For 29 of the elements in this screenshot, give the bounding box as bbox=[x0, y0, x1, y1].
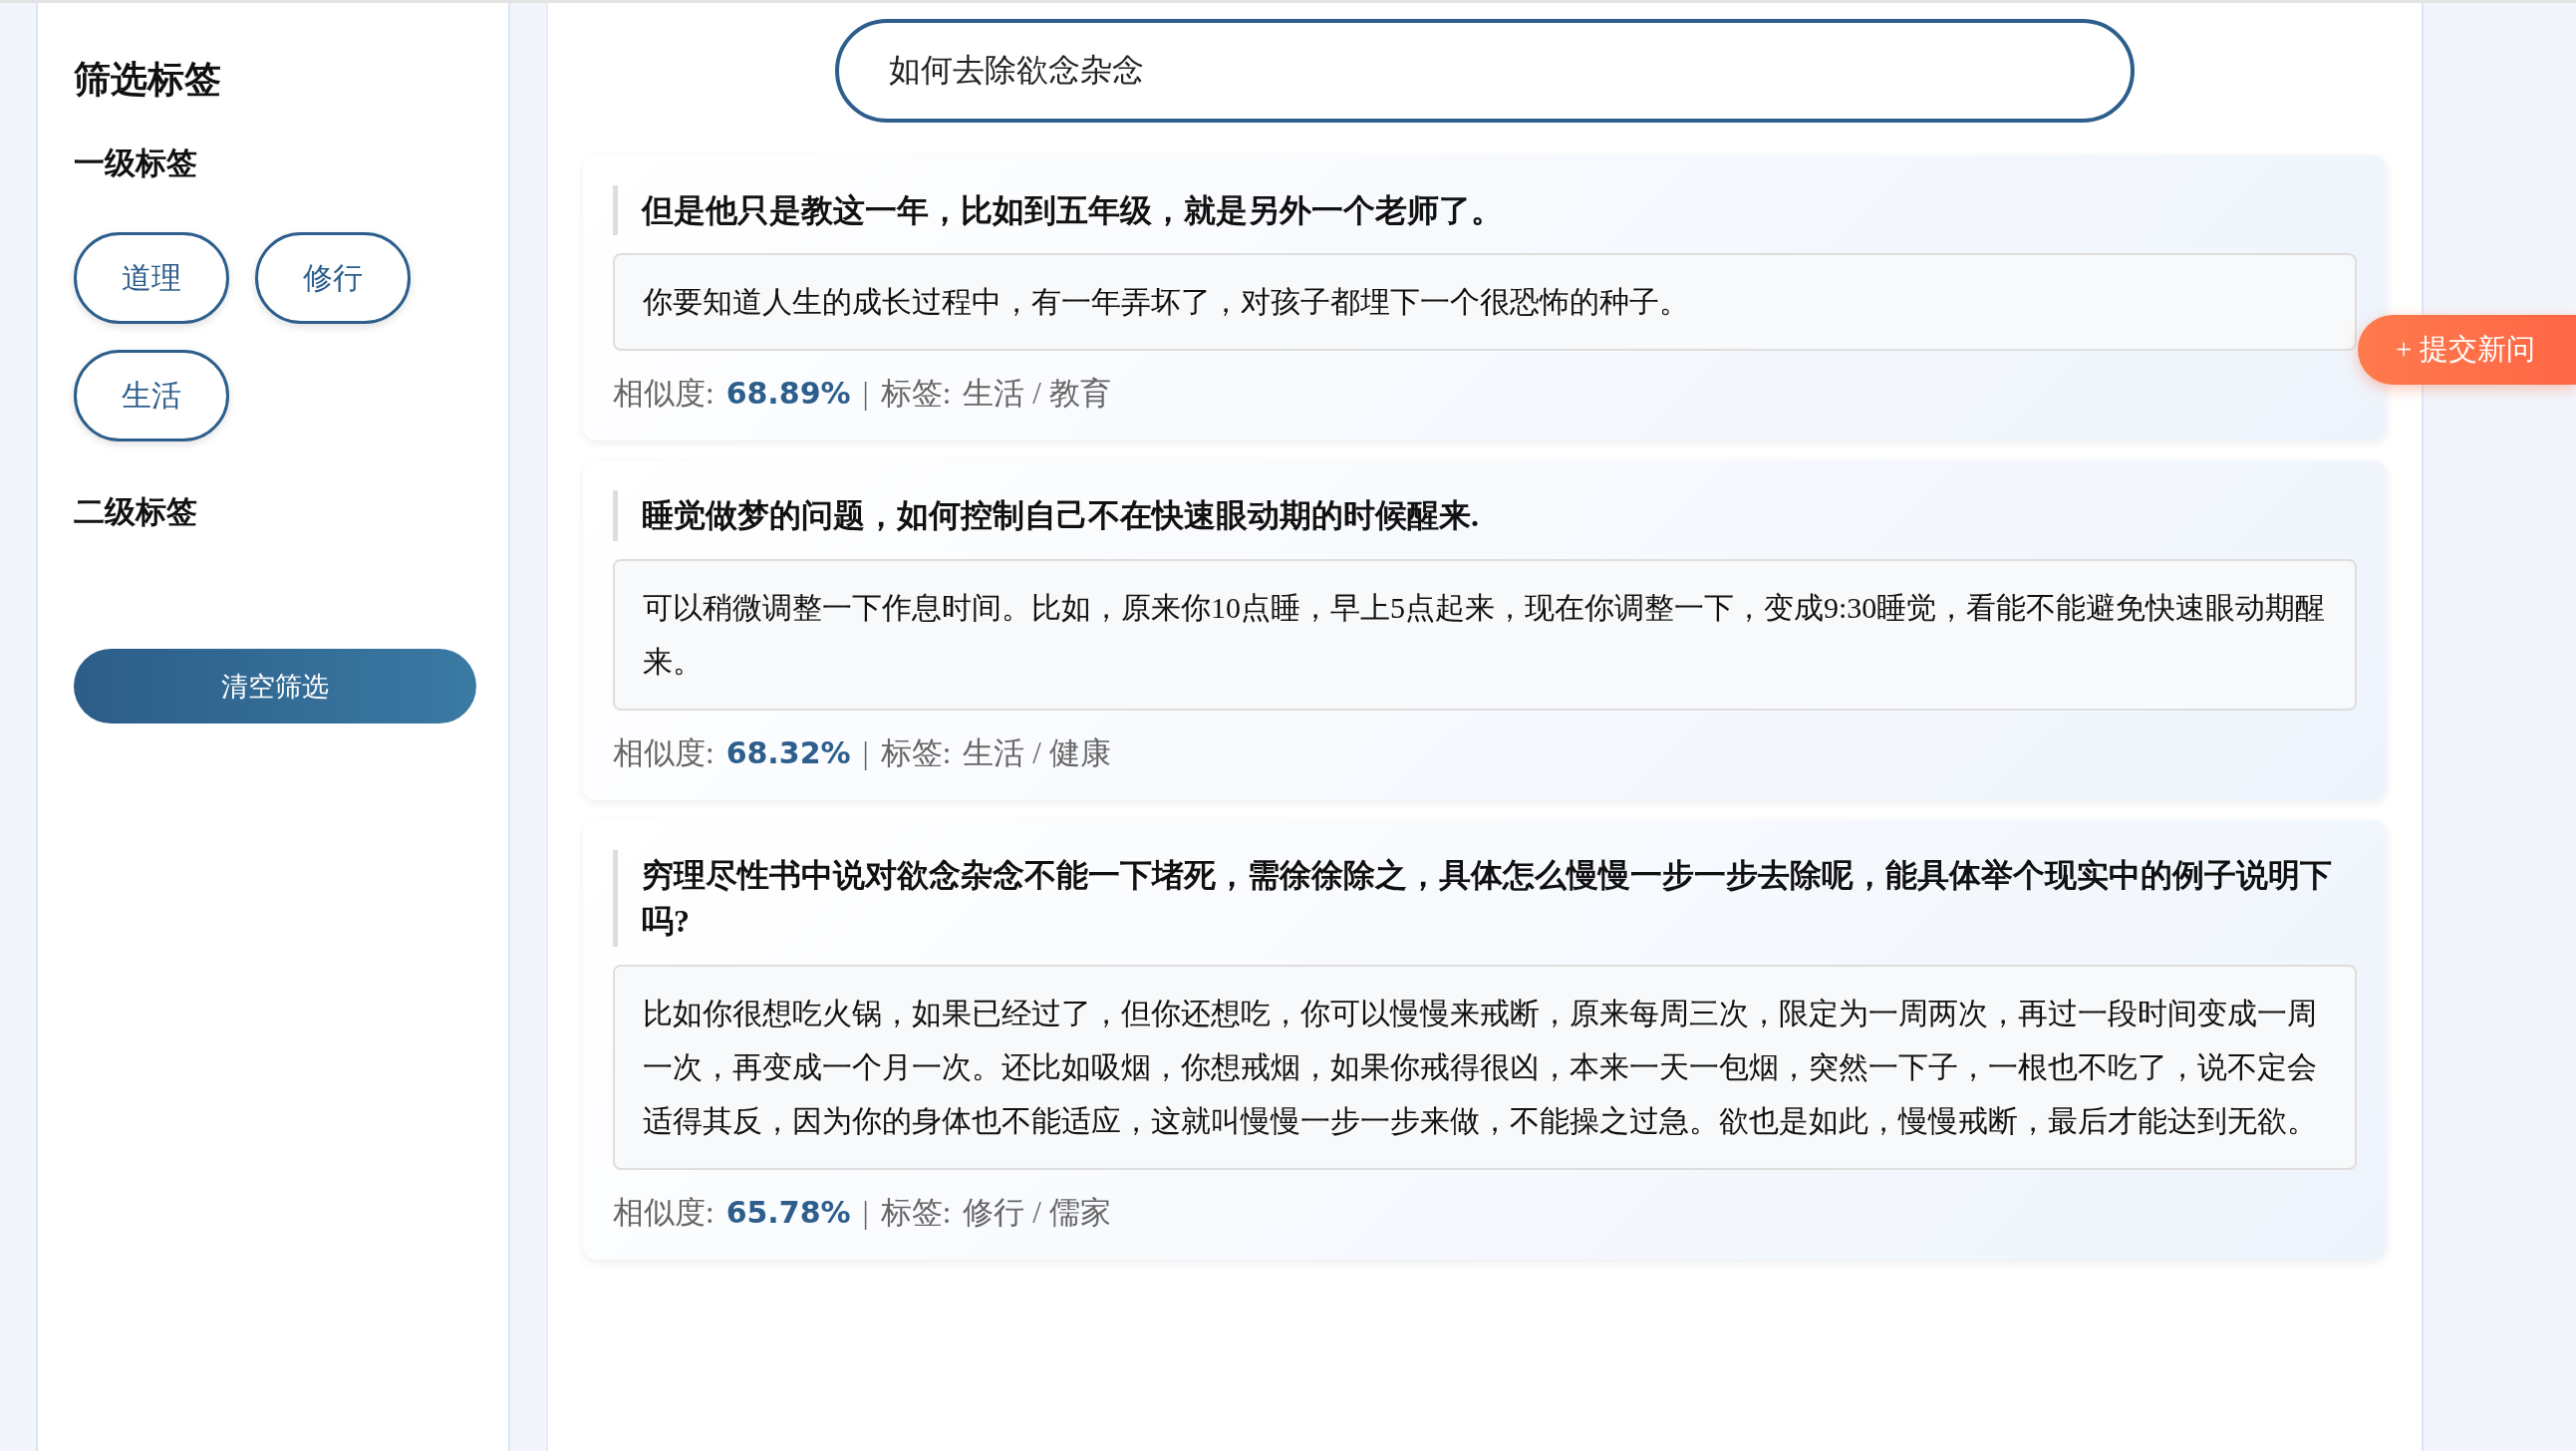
similarity-value: 68.32% bbox=[725, 734, 851, 770]
tags-text: 生活 / 健康 bbox=[963, 733, 1111, 772]
section-heading: 二级标签 bbox=[74, 493, 198, 531]
tags-label: 标签: bbox=[880, 733, 952, 772]
similarity-value: 65.78% bbox=[725, 1194, 851, 1230]
separator-text: | bbox=[862, 734, 869, 771]
tag-chip[interactable]: 道理 bbox=[74, 232, 229, 324]
clear-filter-button[interactable]: 清空筛选 bbox=[74, 649, 476, 724]
similarity-value: 68.89% bbox=[725, 376, 851, 412]
tags-label: 标签: bbox=[880, 1193, 952, 1232]
answer-text: 你要知道人生的成长过程中，有一年弄坏了，对孩子都埋下一个很恐怖的种子。 bbox=[613, 253, 2357, 352]
answer-text: 比如你很想吃火锅，如果已经过了，但你还想吃，你可以慢慢来戒断，原来每周三次，限定为一周两次，再过一段时间变成一周一次，再变成一个月一次。还比如吸烟，你想戒烟，如果你戒得很凶，本来一天一包烟，突然一下子，一根也不吃了，说不定会适得其反，因为你的身体也不能适应，这就叫慢慢一步一步来做，不能操之过急。欲也是如此，慢慢戒断，最后才能达到无欲。 bbox=[613, 964, 2357, 1170]
tags-text: 生活 / 教育 bbox=[963, 375, 1111, 414]
answer-text: 可以稍微调整一下作息时间。比如，原来你10点睡，早上5点起来，现在你调整一下，变成9:30睡觉，看能不能避免快速眼动期醒来。 bbox=[613, 558, 2357, 711]
question-text: 睡觉做梦的问题，如何控制自己不在快速眼动期的时候醒来. bbox=[613, 490, 2357, 541]
similarity-label: 相似度: bbox=[613, 375, 715, 414]
separator-text: | bbox=[862, 376, 869, 413]
tag-chip[interactable]: 生活 bbox=[74, 350, 229, 441]
question-text: 但是他只是教这一年，比如到五年级，就是另外一个老师了。 bbox=[613, 185, 2357, 236]
tags-label: 标签: bbox=[880, 375, 952, 414]
section-heading: 一级标签 bbox=[74, 145, 198, 182]
question-text: 穷理尽性书中说对欲念杂念不能一下堵死，需徐徐除之，具体怎么慢慢一步一步去除呢，能具体举个现实中的例子说明下吗? bbox=[613, 849, 2357, 947]
similarity-label: 相似度: bbox=[613, 733, 715, 772]
similarity-label: 相似度: bbox=[613, 1193, 715, 1232]
sidebar-title: 筛选标签 bbox=[74, 58, 222, 102]
tag-chip[interactable]: 修行 bbox=[255, 232, 411, 324]
separator-text: | bbox=[862, 1194, 869, 1231]
search-field[interactable]: 如何去除欲念杂念 bbox=[835, 19, 2135, 123]
tags-text: 修行 / 儒家 bbox=[963, 1193, 1111, 1232]
